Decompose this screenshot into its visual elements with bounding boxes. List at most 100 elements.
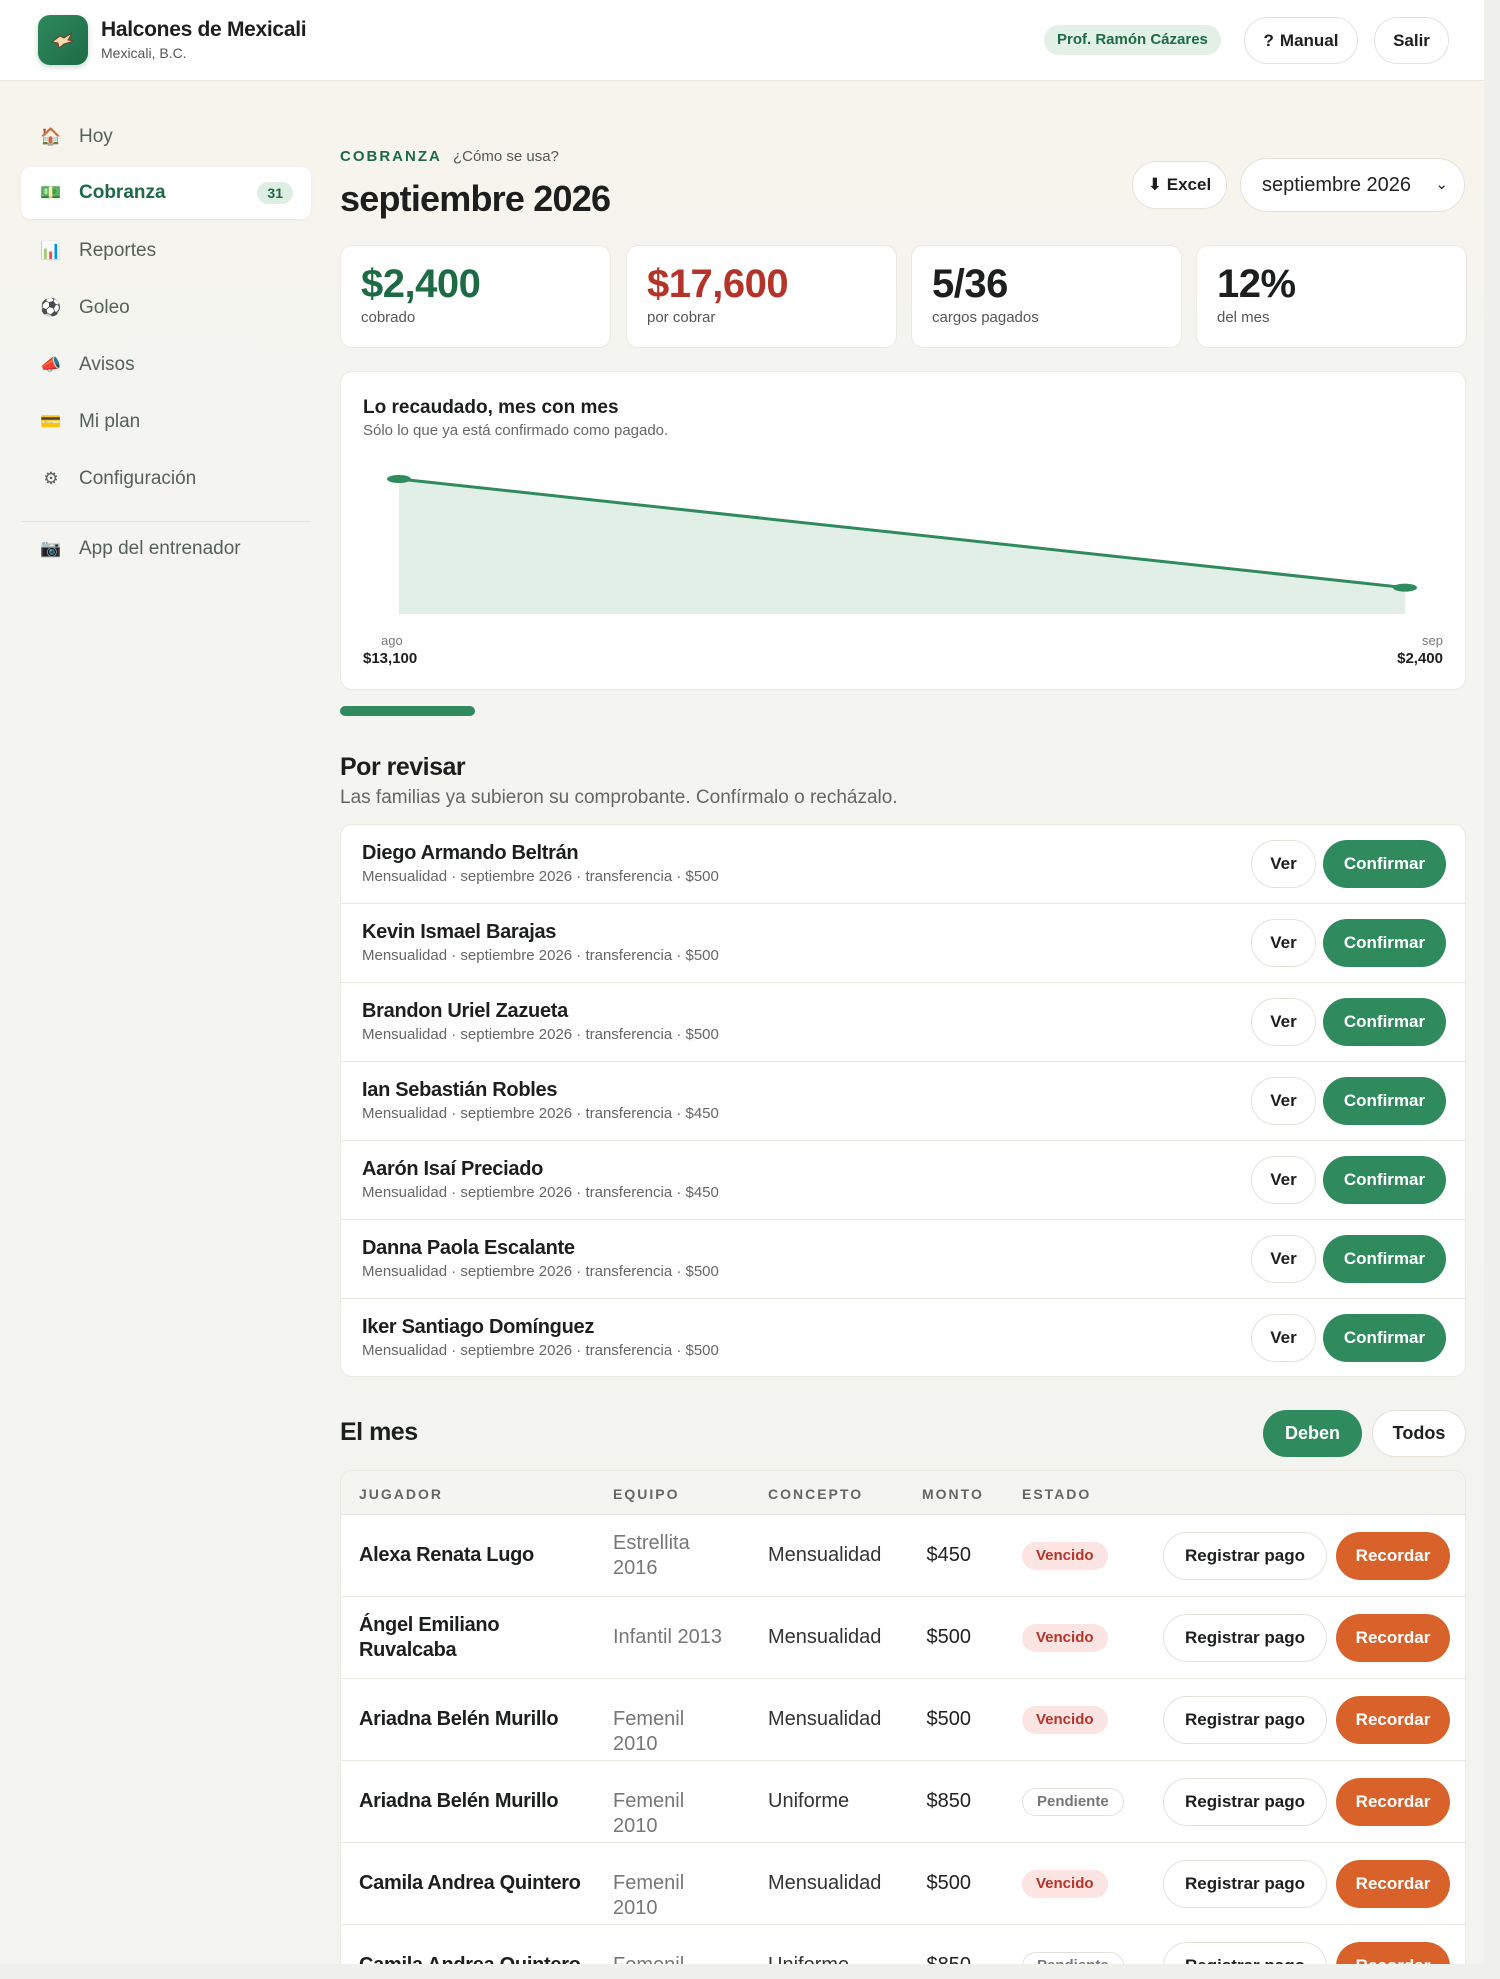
register-label: Registrar pago [1185,1710,1305,1729]
register-payment-button[interactable]: Registrar pago [1163,1860,1327,1908]
vertical-scrollbar[interactable] [1484,0,1500,1979]
month-select-value: septiembre 2026 [1262,173,1411,196]
sidebar-item-label: Goleo [79,297,130,318]
data-label: $2,400 [1397,650,1443,667]
sidebar-item-label: App del entrenador [79,538,241,559]
table-row: Ángel Emiliano Ruvalcaba Infantil 2013 Men… [341,1597,1465,1679]
view-label: Ver [1270,1249,1297,1268]
status-badge: Vencido [1022,1870,1108,1898]
confirm-payment-button[interactable]: Confirmar [1323,1156,1446,1204]
export-excel-button[interactable]: ⬇ Excel [1132,161,1227,209]
sidebar-item-mi-plan[interactable]: 💳 Mi plan [21,396,311,448]
view-receipt-button[interactable]: Ver [1251,1235,1316,1283]
data-label: $13,100 [363,650,418,667]
sidebar-item-cobranza[interactable]: 💵 Cobranza 31 [21,167,311,219]
confirm-label: Confirmar [1343,854,1426,873]
confirm-payment-button[interactable]: Confirmar [1323,840,1446,888]
review-section-title: Por revisar [340,753,466,781]
review-row: Diego Armando Beltrán Mensualidad · septi… [341,825,1465,904]
status-badge: Vencido [1022,1542,1108,1570]
review-row: Iker Santiago Domínguez Mensualidad · sep… [341,1299,1465,1376]
table-header: JUGADOR EQUIPO CONCEPTO MONTO ESTADO [341,1471,1465,1515]
manual-button[interactable]: ? Manual [1244,17,1358,64]
remind-button[interactable]: Recordar [1336,1614,1450,1662]
view-receipt-button[interactable]: Ver [1251,998,1316,1046]
sidebar-item-reportes[interactable]: 📊 Reportes [21,225,311,277]
sidebar-item-goleo[interactable]: ⚽ Goleo [21,282,311,334]
charge-concept: Uniforme [768,1790,850,1812]
page-title: septiembre 2026 [340,178,611,219]
month-select[interactable]: septiembre 2026 ⌄ [1240,158,1465,212]
logout-button[interactable]: Salir [1374,17,1449,64]
sidebar-item-avisos[interactable]: 📣 Avisos [21,339,311,391]
team-name: Femenil 2010 [613,1708,685,1755]
filter-label: Todos [1392,1423,1446,1443]
confirm-label: Confirmar [1343,1328,1426,1347]
megaphone-icon: 📣 [40,355,62,374]
hawk-icon [50,32,75,49]
sidebar-item-coach-app[interactable]: 📷 App del entrenador [21,523,311,575]
sidebar-item-hoy[interactable]: 🏠 Hoy [21,111,311,163]
filter-todos-button[interactable]: Todos [1372,1410,1466,1457]
remind-button[interactable]: Recordar [1336,1942,1450,1964]
collection-chart-card: Lo recaudado, mes con mes Sólo lo que ya… [340,371,1466,690]
status-badge: Vencido [1022,1706,1108,1734]
confirm-payment-button[interactable]: Confirmar [1323,919,1446,967]
bar-chart-icon: 📊 [40,241,62,260]
chart-point-ago[interactable] [387,475,411,483]
app-shell: Halcones de Mexicali Mexicali, B.C. Prof… [0,0,1484,1964]
credit-card-icon: 💳 [40,412,62,431]
column-header: JUGADOR [359,1486,444,1502]
chart-point-sep[interactable] [1393,583,1417,592]
player-name: Alexa Renata Lugo [359,1544,534,1566]
horizontal-scrollbar[interactable] [0,1964,1484,1979]
team-name: Femenil 2010 [613,1872,685,1919]
register-payment-button[interactable]: Registrar pago [1163,1942,1327,1964]
sidebar-item-label: Configuración [79,468,197,489]
confirm-payment-button[interactable]: Confirmar [1323,1077,1446,1125]
remind-label: Recordar [1355,1792,1431,1811]
register-payment-button[interactable]: Registrar pago [1163,1778,1327,1826]
view-receipt-button[interactable]: Ver [1251,840,1316,888]
confirm-label: Confirmar [1343,1091,1426,1110]
column-header: EQUIPO [613,1486,680,1502]
confirm-payment-button[interactable]: Confirmar [1323,998,1446,1046]
sidebar-item-configuracion[interactable]: ⚙ Configuración [21,453,311,505]
view-receipt-button[interactable]: Ver [1251,1156,1316,1204]
charge-concept: Uniforme [768,1953,849,1964]
month-section-title: El mes [340,1418,418,1446]
review-charge-details: Mensualidad · septiembre 2026 · transfer… [362,947,719,964]
club-logo[interactable] [38,15,88,65]
how-to-link[interactable]: ¿Cómo se usa? [453,148,559,165]
review-row: Kevin Ismael Barajas Mensualidad · septie… [341,904,1465,983]
view-receipt-button[interactable]: Ver [1251,1314,1316,1362]
review-family-name: Kevin Ismael Barajas [362,921,557,943]
register-payment-button[interactable]: Registrar pago [1163,1532,1327,1580]
player-name: Camila Andrea Quintero [359,1953,589,1964]
register-label: Registrar pago [1185,1546,1305,1565]
sidebar-item-label: Hoy [79,126,113,147]
register-payment-button[interactable]: Registrar pago [1163,1696,1327,1744]
filter-deben-button[interactable]: Deben [1263,1410,1362,1457]
stat-card-cobrado: $2,400 cobrado [340,245,611,348]
confirm-payment-button[interactable]: Confirmar [1323,1235,1446,1283]
view-receipt-button[interactable]: Ver [1251,1077,1316,1125]
status-badge: Vencido [1022,1624,1108,1652]
view-label: Ver [1270,1170,1297,1189]
remind-button[interactable]: Recordar [1336,1696,1450,1744]
review-row: Brandon Uriel Zazueta Mensualidad · septi… [341,983,1465,1062]
remind-button[interactable]: Recordar [1336,1860,1450,1908]
sidebar-item-label: Cobranza [79,182,166,203]
stat-card-porcentaje: 12% del mes [1196,245,1467,348]
view-label: Ver [1270,1091,1297,1110]
view-receipt-button[interactable]: Ver [1251,919,1316,967]
review-family-name: Iker Santiago Domínguez [362,1316,595,1338]
charge-amount: $500 [926,1708,972,1730]
remind-button[interactable]: Recordar [1336,1778,1450,1826]
excel-label: ⬇ Excel [1147,175,1212,194]
review-charge-details: Mensualidad · septiembre 2026 · transfer… [362,1263,719,1280]
remind-button[interactable]: Recordar [1336,1532,1450,1580]
review-charge-details: Mensualidad · septiembre 2026 · transfer… [362,1026,719,1043]
register-payment-button[interactable]: Registrar pago [1163,1614,1327,1662]
confirm-payment-button[interactable]: Confirmar [1323,1314,1446,1362]
